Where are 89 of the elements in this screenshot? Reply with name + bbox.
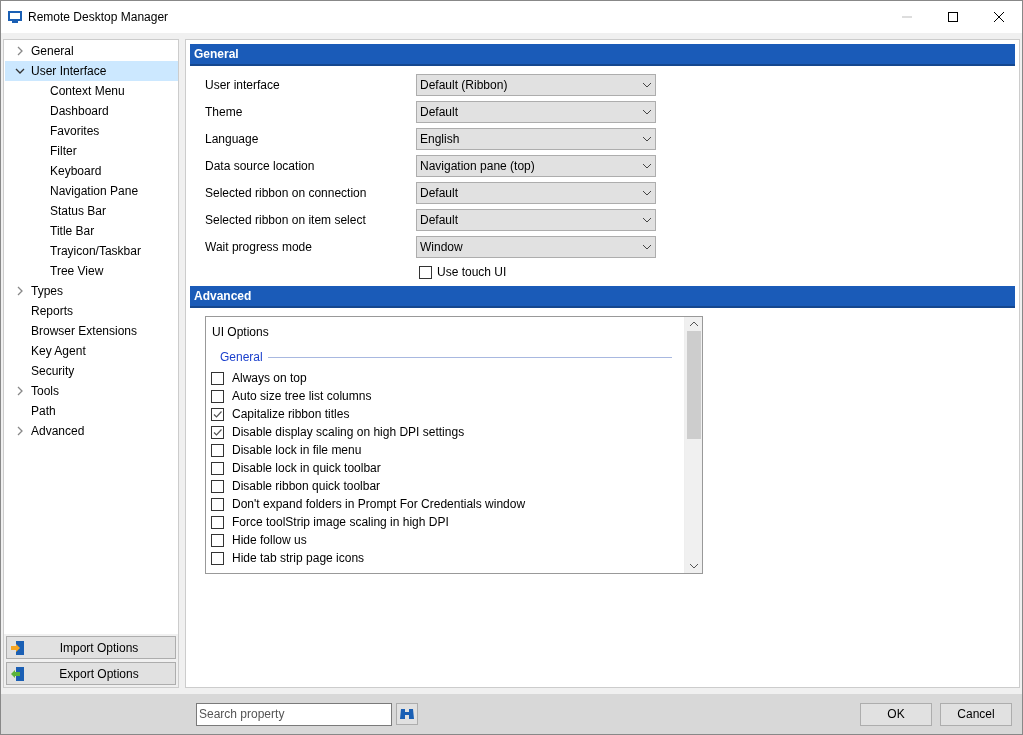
scroll-thumb[interactable] (686, 331, 701, 439)
binoculars-icon (399, 707, 415, 721)
chevron-down-icon (642, 190, 652, 196)
checkbox[interactable] (211, 389, 224, 403)
chevron-right-icon[interactable] (15, 286, 25, 296)
options-button[interactable]: Import Options (6, 636, 176, 659)
tree-item[interactable]: Reports (5, 301, 178, 321)
tree-item[interactable]: Path (5, 401, 178, 421)
dropdown[interactable]: Default (416, 209, 656, 231)
dropdown[interactable]: Default (416, 182, 656, 204)
monitor-icon (8, 11, 22, 23)
tree-item[interactable]: User Interface (5, 61, 178, 81)
search-field[interactable]: Search property (196, 702, 392, 726)
checkbox[interactable] (419, 265, 432, 279)
group-header: General (220, 349, 263, 366)
option-label: Force toolStrip image scaling in high DPI (232, 514, 449, 531)
checkbox[interactable] (211, 515, 224, 529)
field-label: Wait progress mode (205, 239, 313, 256)
tree-item[interactable]: Key Agent (5, 341, 178, 361)
tree-item[interactable]: Keyboard (5, 161, 178, 181)
checkbox-label: Use touch UI (437, 264, 507, 281)
checkbox[interactable] (211, 551, 224, 565)
checkbox[interactable] (211, 407, 224, 421)
option-label: Don't expand folders in Prompt For Credentials window (232, 496, 526, 513)
field-label: Selected ribbon on connection (205, 185, 368, 202)
option-label: Always on top (232, 370, 307, 387)
find-button[interactable] (396, 703, 418, 725)
option-label: Auto size tree list columns (232, 388, 372, 405)
checkbox[interactable] (211, 443, 224, 457)
chevron-down-icon (642, 109, 652, 115)
checkbox[interactable] (211, 461, 224, 475)
dropdown[interactable]: English (416, 128, 656, 150)
tree-item[interactable]: Tools (5, 381, 178, 401)
tree-item[interactable]: Tree View (5, 261, 178, 281)
list-title: UI Options (212, 324, 270, 341)
dialog-button[interactable]: Cancel (940, 702, 1012, 726)
tree-item[interactable]: General (5, 41, 178, 61)
checkbox[interactable] (211, 371, 224, 385)
tree-item[interactable]: Favorites (5, 121, 178, 141)
checkbox[interactable] (211, 497, 224, 511)
dropdown[interactable]: Default (Ribbon) (416, 74, 656, 96)
option-label: Capitalize ribbon titles (232, 406, 350, 423)
dialog-button[interactable]: OK (860, 702, 932, 726)
chevron-right-icon[interactable] (15, 386, 25, 396)
tree-item[interactable]: Navigation Pane (5, 181, 178, 201)
option-label: Disable ribbon quick toolbar (232, 478, 381, 495)
checkbox[interactable] (211, 479, 224, 493)
section-header: Advanced (190, 286, 1015, 308)
tree-item[interactable]: Browser Extensions (5, 321, 178, 341)
dropdown[interactable]: Navigation pane (top) (416, 155, 656, 177)
dropdown[interactable]: Window (416, 236, 656, 258)
maximize-icon[interactable] (947, 11, 959, 23)
chevron-down-icon (642, 217, 652, 223)
chevron-down-icon (642, 163, 652, 169)
field-label: Language (205, 131, 260, 148)
tree-item[interactable]: Context Menu (5, 81, 178, 101)
field-label: Selected ribbon on item select (205, 212, 367, 229)
tree-item[interactable]: Dashboard (5, 101, 178, 121)
tree-item[interactable]: Advanced (5, 421, 178, 441)
chevron-down-icon[interactable] (15, 66, 25, 76)
tree-item[interactable]: Security (5, 361, 178, 381)
options-button[interactable]: Export Options (6, 662, 176, 685)
field-label: Theme (205, 104, 244, 121)
option-label: Disable lock in quick toolbar (232, 460, 381, 477)
import-icon (10, 639, 26, 656)
chevron-down-icon (642, 136, 652, 142)
export-icon (10, 665, 26, 682)
checkbox[interactable] (211, 533, 224, 547)
scrollbar[interactable] (685, 317, 702, 573)
chevron-down-icon (642, 244, 652, 250)
tree-item[interactable]: Filter (5, 141, 178, 161)
window-title: Remote Desktop Manager (28, 9, 169, 26)
field-label: Data source location (205, 158, 316, 175)
option-label: Disable display scaling on high DPI settings (232, 424, 465, 441)
dropdown[interactable]: Default (416, 101, 656, 123)
chevron-right-icon[interactable] (15, 426, 25, 436)
tree-item[interactable]: Status Bar (5, 201, 178, 221)
checkbox[interactable] (211, 425, 224, 439)
option-label: Hide tab strip page icons (232, 550, 365, 567)
close-icon[interactable] (993, 11, 1005, 23)
tree-item[interactable]: Title Bar (5, 221, 178, 241)
option-label: Disable lock in file menu (232, 442, 362, 459)
section-header: General (190, 44, 1015, 66)
chevron-down-icon (642, 82, 652, 88)
tree-item[interactable]: Types (5, 281, 178, 301)
chevron-right-icon[interactable] (15, 46, 25, 56)
option-label: Hide follow us (232, 532, 307, 549)
tree-item[interactable]: Trayicon/Taskbar (5, 241, 178, 261)
field-label: User interface (205, 77, 281, 94)
